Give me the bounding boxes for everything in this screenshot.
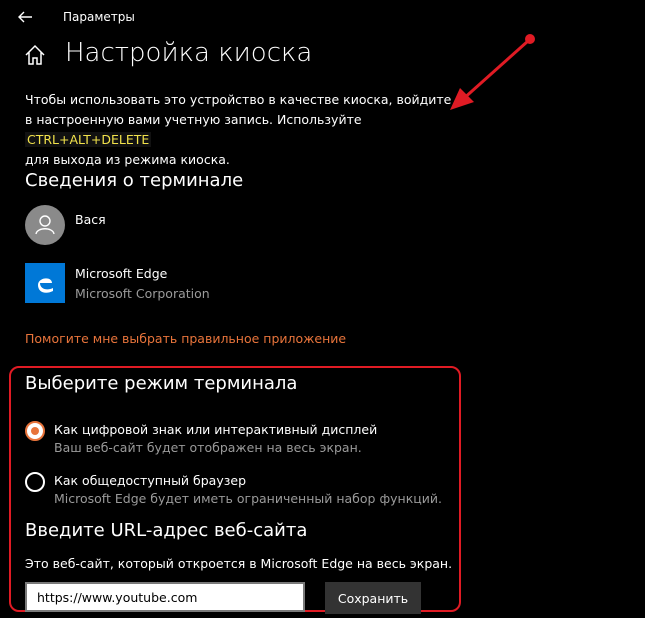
radio-display[interactable] [25, 421, 45, 441]
title-bar: Параметры [0, 0, 645, 34]
app-title: Параметры [63, 10, 135, 24]
annotation-highlight-box [9, 366, 461, 612]
terminal-info-title: Сведения о терминале [25, 170, 244, 191]
user-icon [35, 215, 55, 235]
kiosk-description: Чтобы использовать это устройство в каче… [25, 90, 455, 170]
description-text: Чтобы использовать это устройство в каче… [25, 92, 452, 127]
account-name: Вася [75, 212, 106, 227]
annotation-arrow [450, 34, 535, 110]
app-publisher: Microsoft Corporation [75, 286, 210, 301]
hotkey-label: CTRL+ALT+DELETE [25, 132, 152, 147]
home-icon[interactable] [24, 44, 46, 66]
edge-logo-icon [25, 263, 65, 303]
settings-window: Параметры Настройка киоска Чтобы использ… [0, 0, 645, 618]
avatar [25, 205, 65, 245]
description-text-end: для выхода из режима киоска. [25, 152, 230, 167]
save-button[interactable]: Сохранить [325, 582, 421, 614]
help-link[interactable]: Помогите мне выбрать правильное приложен… [25, 331, 346, 346]
url-description: Это веб-сайт, который откроется в Micros… [25, 556, 453, 571]
radio-browser[interactable] [25, 472, 45, 492]
radio-description: Microsoft Edge будет иметь ограниченный … [54, 491, 442, 506]
radio-description: Ваш веб-сайт будет отображен на весь экр… [54, 440, 362, 455]
radio-label: Как общедоступный браузер [54, 473, 247, 488]
page-title: Настройка киоска [65, 38, 313, 68]
mode-title: Выберите режим терминала [25, 373, 298, 394]
url-input[interactable] [25, 582, 305, 612]
app-name: Microsoft Edge [75, 266, 168, 281]
url-title: Введите URL-адрес веб-сайта [25, 520, 308, 541]
radio-label: Как цифровой знак или интерактивный дисп… [54, 422, 378, 437]
back-arrow-icon[interactable] [16, 8, 34, 26]
